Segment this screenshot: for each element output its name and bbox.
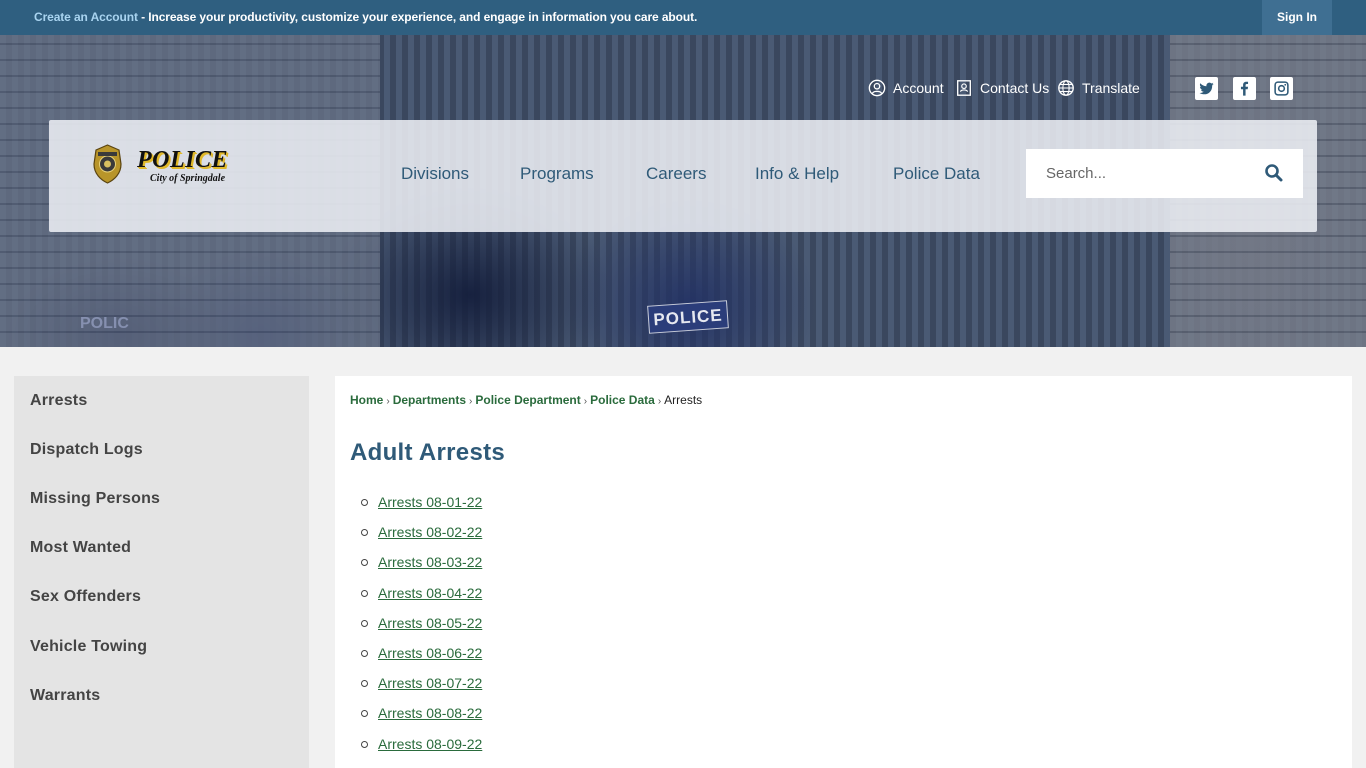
logo-wordmark: POLICE <box>137 147 229 173</box>
sidebar-item-missing-persons[interactable]: Missing Persons <box>30 490 160 508</box>
hero-police-patch: POLICE <box>647 300 729 334</box>
facebook-icon <box>1240 81 1249 96</box>
list-bullet <box>361 741 368 748</box>
breadcrumb-separator: › <box>657 396 662 407</box>
contact-book-icon <box>957 80 971 96</box>
police-badge-icon <box>93 144 122 184</box>
list-bullet <box>361 710 368 717</box>
twitter-link[interactable] <box>1195 77 1218 100</box>
nav-item-police-data[interactable]: Police Data <box>893 164 980 184</box>
sidebar-item-arrests[interactable]: Arrests <box>30 392 87 410</box>
hero-patch-text-faded: POLIC <box>80 315 129 332</box>
breadcrumb-separator: › <box>583 396 588 407</box>
sidebar-item-sex-offenders[interactable]: Sex Offenders <box>30 588 141 606</box>
arrests-link[interactable]: Arrests 08-04-22 <box>378 585 482 601</box>
list-item: Arrests 08-01-22 <box>350 493 550 513</box>
list-bullet <box>361 620 368 627</box>
breadcrumb-departments[interactable]: Departments <box>393 393 466 407</box>
breadcrumb-police-data[interactable]: Police Data <box>590 393 655 407</box>
account-bar-message: Create an Account - Increase your produc… <box>34 10 697 24</box>
breadcrumb-separator: › <box>469 396 473 407</box>
list-item: Arrests 08-09-22 <box>350 735 550 755</box>
list-bullet <box>361 650 368 657</box>
contact-us-link[interactable]: Contact Us <box>955 78 1049 98</box>
arrests-link[interactable]: Arrests 08-05-22 <box>378 615 482 631</box>
breadcrumb-current: Arrests <box>664 393 703 407</box>
arrests-link[interactable]: Arrests 08-03-22 <box>378 554 482 570</box>
logo-subtitle: City of Springdale <box>150 173 226 184</box>
nav-item-programs[interactable]: Programs <box>520 164 594 184</box>
nav-item-info-help[interactable]: Info & Help <box>755 164 839 184</box>
list-item: Arrests 08-05-22 <box>350 614 550 634</box>
sidebar-item-dispatch-logs[interactable]: Dispatch Logs <box>30 441 143 459</box>
translate-link[interactable]: Translate <box>1057 78 1140 98</box>
list-item: Arrests 08-04-22 <box>350 584 550 604</box>
account-bar-text: - Increase your productivity, customize … <box>137 10 698 24</box>
nav-item-careers[interactable]: Careers <box>646 164 706 184</box>
facebook-link[interactable] <box>1233 77 1256 100</box>
arrests-link[interactable]: Arrests 08-02-22 <box>378 524 482 540</box>
list-item: Arrests 08-02-22 <box>350 523 550 543</box>
breadcrumb-separator: › <box>386 396 390 407</box>
search-icon[interactable] <box>1262 162 1286 184</box>
account-bar: Create an Account - Increase your produc… <box>0 0 1366 35</box>
sign-in-button[interactable]: Sign In <box>1262 0 1332 35</box>
arrests-link[interactable]: Arrests 08-07-22 <box>378 675 482 691</box>
sidebar-item-vehicle-towing[interactable]: Vehicle Towing <box>30 638 147 656</box>
translate-label: Translate <box>1082 80 1140 96</box>
main-navigation-panel: POLICE City of Springdale Divisions Prog… <box>49 120 1317 232</box>
instagram-link[interactable] <box>1270 77 1293 100</box>
account-icon <box>868 79 886 97</box>
arrests-link[interactable]: Arrests 08-08-22 <box>378 705 482 721</box>
list-item: Arrests 08-07-22 <box>350 674 550 694</box>
arrests-link[interactable]: Arrests 08-01-22 <box>378 494 482 510</box>
breadcrumb: Home › Departments › Police Department › Polic… <box>350 393 702 407</box>
page-title: Adult Arrests <box>350 439 506 466</box>
search-input[interactable] <box>1026 149 1256 198</box>
arrests-link[interactable]: Arrests 08-06-22 <box>378 645 482 661</box>
site-search <box>1026 149 1303 198</box>
list-item: Arrests 08-08-22 <box>350 704 550 724</box>
sidebar-item-most-wanted[interactable]: Most Wanted <box>30 539 131 557</box>
twitter-icon <box>1199 82 1214 95</box>
list-bullet <box>361 680 368 687</box>
sidebar-navigation: Arrests Dispatch Logs Missing Persons Mo… <box>14 376 309 768</box>
list-item: Arrests 08-03-22 <box>350 553 550 573</box>
globe-icon <box>1058 80 1074 96</box>
breadcrumb-home[interactable]: Home <box>350 393 383 407</box>
police-logo[interactable]: POLICE City of Springdale <box>92 144 242 186</box>
hero-patch-text: POLICE <box>652 305 724 330</box>
contact-us-label: Contact Us <box>980 80 1050 96</box>
list-bullet <box>361 499 368 506</box>
nav-item-divisions[interactable]: Divisions <box>401 164 469 184</box>
list-bullet <box>361 559 368 566</box>
list-item: Arrests 08-06-22 <box>350 644 550 664</box>
breadcrumb-police-department[interactable]: Police Department <box>475 393 580 407</box>
main-content: Home › Departments › Police Department › Polic… <box>335 376 1352 768</box>
create-account-link[interactable]: Create an Account <box>34 10 138 24</box>
arrests-link[interactable]: Arrests 08-09-22 <box>378 736 482 752</box>
list-bullet <box>361 590 368 597</box>
instagram-icon <box>1274 81 1289 96</box>
sidebar-item-warrants[interactable]: Warrants <box>30 687 100 705</box>
account-link[interactable]: Account <box>868 78 944 98</box>
account-link-label: Account <box>893 80 944 96</box>
list-bullet <box>361 529 368 536</box>
